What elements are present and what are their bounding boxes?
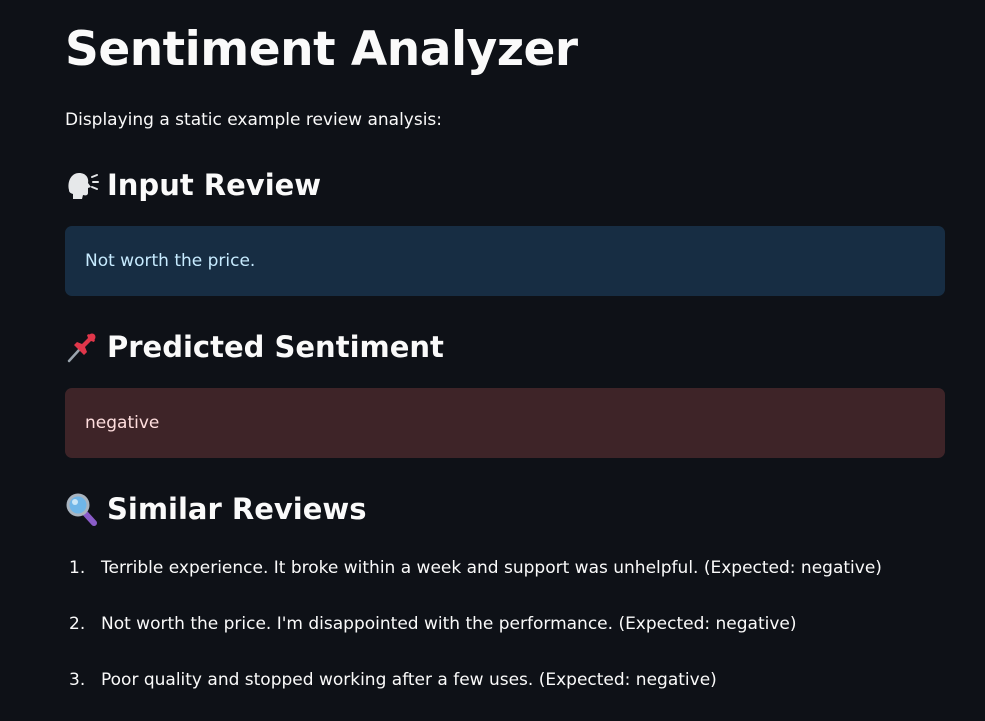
list-item-number: 2. [69, 614, 86, 634]
similar-reviews-list: 1. Terrible experience. It broke within … [65, 556, 882, 721]
input-review-text: Not worth the price. [85, 251, 256, 271]
predicted-sentiment-value: negative [85, 413, 160, 433]
intro-text: Displaying a static example review analy… [65, 110, 443, 130]
list-item-number: 3. [69, 670, 86, 690]
pushpin-icon [67, 333, 96, 363]
predicted-sentiment-heading-text: Predicted Sentiment [107, 330, 444, 364]
list-item-text: Terrible experience. It broke within a w… [101, 558, 882, 578]
input-review-heading: Input Review [65, 165, 321, 205]
magnifying-glass-icon [66, 493, 97, 526]
page-title: Sentiment Analyzer [65, 22, 578, 77]
list-item: 2. Not worth the price. I'm disappointed… [65, 612, 882, 668]
input-review-heading-text: Input Review [107, 168, 322, 202]
list-item-number: 1. [69, 558, 86, 578]
similar-reviews-heading-text: Similar Reviews [107, 492, 367, 526]
speaking-head-icon [68, 173, 99, 199]
list-item: 3. Poor quality and stopped working afte… [65, 668, 882, 721]
predicted-sentiment-heading: Predicted Sentiment [65, 327, 444, 367]
input-review-box: Not worth the price. [65, 226, 945, 296]
predicted-sentiment-box: negative [65, 388, 945, 458]
list-item-text: Not worth the price. I'm disappointed wi… [101, 614, 797, 634]
list-item: 1. Terrible experience. It broke within … [65, 556, 882, 612]
similar-reviews-heading: Similar Reviews [65, 489, 366, 529]
main-content: Sentiment Analyzer Displaying a static e… [0, 0, 985, 721]
list-item-text: Poor quality and stopped working after a… [101, 670, 717, 690]
